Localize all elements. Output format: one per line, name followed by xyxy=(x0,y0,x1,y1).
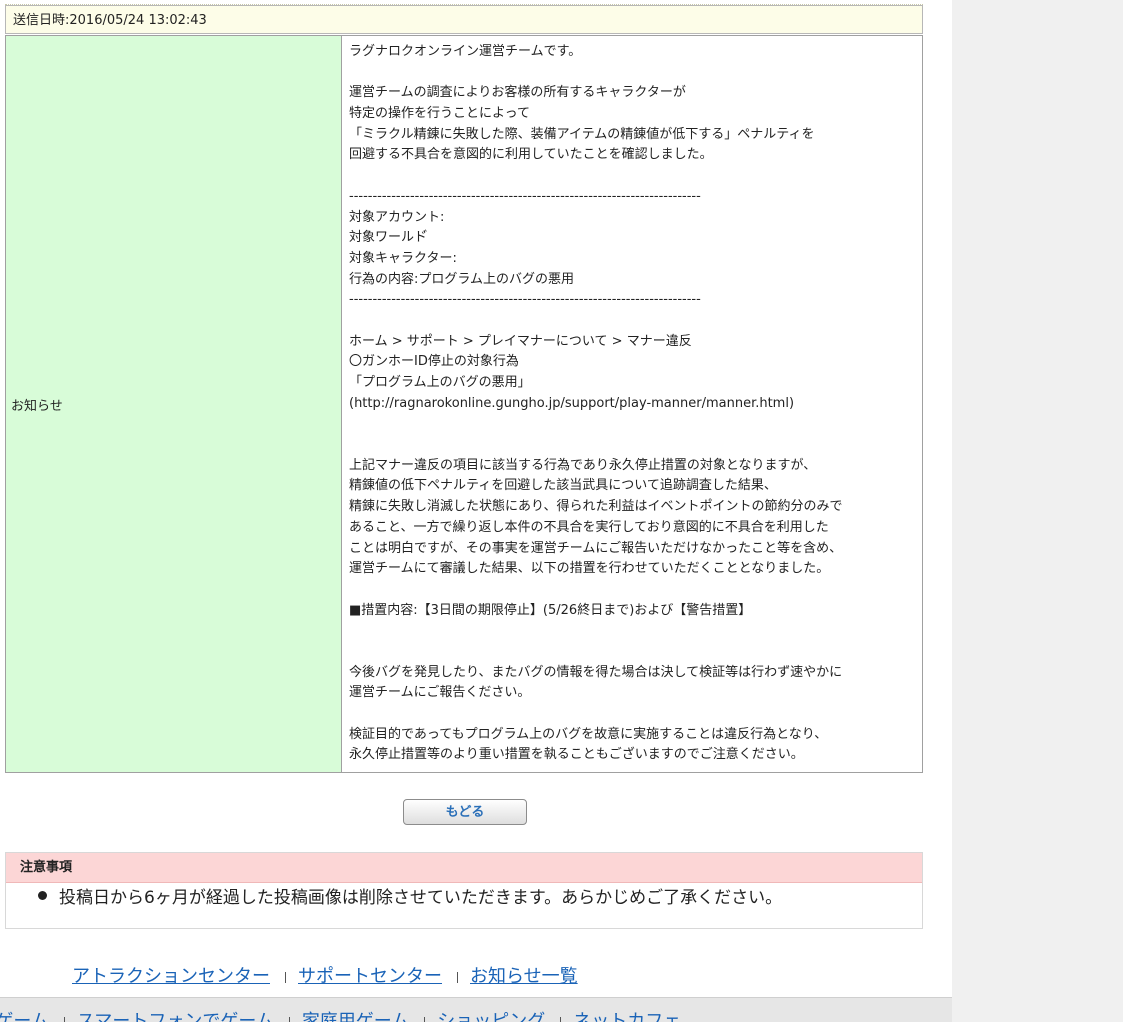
message-line: ホーム > サポート > プレイマナーについて > マナー違反 xyxy=(349,333,692,349)
message-line: (http://ragnarokonline.gungho.jp/support… xyxy=(349,395,795,411)
footer-nav-console-games[interactable]: 家庭用ゲーム xyxy=(302,1011,409,1022)
message-line xyxy=(349,311,922,332)
message-line: 永久停止措置等のより重い措置を執ることもございますのでご注意ください。 xyxy=(349,747,804,763)
message-line: 今後バグを発見したり、またバグの情報を得た場合は決して検証等は行わず速やかに xyxy=(349,664,843,680)
message-line: 〇ガンホーID停止の対象行為 xyxy=(349,354,519,370)
notice-box: 注意事項 投稿日から6ヶ月が経過した投稿画像は削除させていただきます。あらかじめ… xyxy=(5,852,923,929)
message-table: お知らせ ラグナロクオンライン運営チームです。運営チームの調査によりお客様の所有… xyxy=(5,35,923,773)
footer-nav-bar: PCゲーム スマートフォンでゲーム 家庭用ゲーム ショッピング ネットカフェ xyxy=(0,997,952,1022)
footer-link-support-center[interactable]: サポートセンター xyxy=(298,966,442,987)
notice-title: 注意事項 xyxy=(6,853,922,883)
message-line xyxy=(349,642,922,663)
footer-separator xyxy=(285,971,286,983)
footer-nav-net-cafe[interactable]: ネットカフェ xyxy=(573,1011,681,1022)
message-line: 回避する不具合を意図的に利用していたことを確認しました。 xyxy=(349,147,713,163)
footer-nav-pc-games[interactable]: PCゲーム xyxy=(0,1011,49,1022)
sent-datetime: 送信日時:2016/05/24 13:02:43 xyxy=(5,5,923,34)
page: 送信日時:2016/05/24 13:02:43 お知らせ ラグナロクオンライン… xyxy=(0,0,1123,1022)
message-line: ----------------------------------------… xyxy=(349,292,701,308)
footer-link-news-list[interactable]: お知らせ一覧 xyxy=(470,966,578,987)
footer-separator xyxy=(63,1016,65,1022)
message-line: ■措置内容:【3日間の期限停止】(5/26終日まで)および【警告措置】 xyxy=(349,602,752,618)
message-label: お知らせ xyxy=(11,398,63,414)
right-gutter xyxy=(952,0,1123,1022)
message-line xyxy=(349,414,922,435)
footer-nav-smartphone-games[interactable]: スマートフォンでゲーム xyxy=(77,1011,274,1022)
back-button[interactable]: もどる xyxy=(403,799,527,825)
footer-separator xyxy=(424,1016,426,1022)
message-line: 運営チームにて審議した結果、以下の措置を行わせていただくこととなりました。 xyxy=(349,561,830,577)
message-line xyxy=(349,704,922,725)
footer-link-attraction-center[interactable]: アトラクションセンター xyxy=(72,966,270,987)
bullet-icon xyxy=(38,890,47,900)
message-line: ラグナロクオンライン運営チームです。 xyxy=(349,44,582,59)
footer-links: アトラクションセンター サポートセンター お知らせ一覧 xyxy=(72,963,578,991)
message-line: 行為の内容:プログラム上のバグの悪用 xyxy=(349,271,574,287)
message-line xyxy=(349,621,922,642)
message-line: 運営チームの調査によりお客様の所有するキャラクターが xyxy=(349,85,686,101)
message-line xyxy=(349,166,922,187)
message-line: 対象アカウント: xyxy=(349,209,445,225)
message-line: 検証目的であってもプログラム上のバグを故意に実施することは違反行為となり、 xyxy=(349,726,828,742)
message-line: 運営チームにご報告ください。 xyxy=(349,685,531,701)
footer-nav-shopping[interactable]: ショッピング xyxy=(437,1011,545,1022)
footer-separator xyxy=(560,1016,562,1022)
message-line xyxy=(349,435,922,456)
message-line: あること、一方で繰り返し本件の不具合を実行しており意図的に不具合を利用した xyxy=(349,519,829,535)
message-line: ことは明白ですが、その事実を運営チームにご報告いただけなかったこと等を含め、 xyxy=(349,540,843,556)
message-body: ラグナロクオンライン運営チームです。運営チームの調査によりお客様の所有するキャラ… xyxy=(342,36,922,772)
notice-item: 投稿日から6ヶ月が経過した投稿画像は削除させていただきます。あらかじめご了承くだ… xyxy=(6,883,922,908)
message-line: 「ミラクル精錬に失敗した際、装備アイテムの精錬値が低下する」ペナルティを xyxy=(349,126,815,142)
message-line: 精錬値の低下ペナルティを回避した該当武具について追跡調査した結果、 xyxy=(349,478,777,494)
notice-item-text: 投稿日から6ヶ月が経過した投稿画像は削除させていただきます。あらかじめご了承くだ… xyxy=(59,887,783,908)
message-line: 対象キャラクター: xyxy=(349,250,457,266)
message-line xyxy=(349,580,922,601)
message-line: 精錬に失敗し消滅した状態にあり、得られた利益はイベントポイントの節約分のみで xyxy=(349,499,843,515)
footer-nav-links: PCゲーム スマートフォンでゲーム 家庭用ゲーム ショッピング ネットカフェ xyxy=(0,1008,681,1022)
footer-separator xyxy=(288,1016,290,1022)
message-line: 特定の操作を行うことによって xyxy=(349,106,530,122)
message-line: 「プログラム上のバグの悪用」 xyxy=(349,375,531,390)
message-line xyxy=(349,63,922,84)
message-line: ----------------------------------------… xyxy=(349,188,701,204)
message-line: 対象ワールド゙ xyxy=(349,230,428,246)
message-label-cell: お知らせ xyxy=(6,36,342,772)
message-line: 上記マナー違反の項目に該当する行為であり永久停止措置の対象となりますが、 xyxy=(349,457,817,473)
footer-separator xyxy=(457,971,458,983)
